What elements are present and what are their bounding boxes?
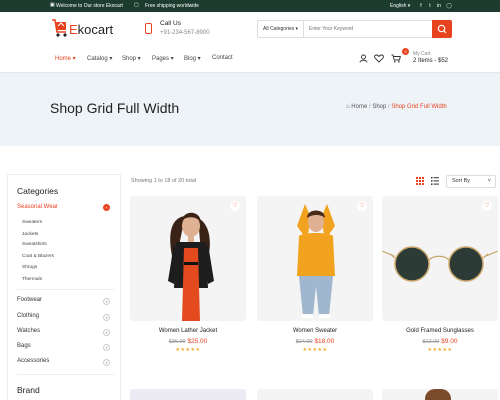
product-name[interactable]: Gold Framed Sunglasses xyxy=(382,328,498,334)
chevron-down-icon[interactable]: ˅ xyxy=(103,359,110,366)
category-watches[interactable]: Watches xyxy=(17,328,40,334)
category-bags[interactable]: Bags xyxy=(17,343,31,349)
wishlist-heart-icon[interactable]: ♡ xyxy=(482,201,492,211)
product-image[interactable] xyxy=(382,196,498,321)
gift-icon: ▣ xyxy=(50,2,55,8)
cart-logo-icon xyxy=(52,19,67,37)
old-price: $12.00 xyxy=(422,339,440,345)
divider xyxy=(17,289,114,290)
breadcrumb-separator: / xyxy=(368,104,371,110)
product-image[interactable] xyxy=(130,389,246,400)
rating-stars: ★★★★★ xyxy=(175,347,201,353)
chevron-down-icon[interactable]: ˅ xyxy=(103,329,110,336)
chevron-down-icon[interactable]: ˅ xyxy=(103,298,110,305)
subcategory-item[interactable]: Thermals xyxy=(22,277,42,282)
sale-price: $18.00 xyxy=(314,338,335,345)
rating-stars: ★★★★★ xyxy=(302,347,328,353)
chevron-up-icon[interactable]: ˄ xyxy=(103,204,110,211)
old-price: $35.00 xyxy=(168,339,186,345)
wishlist-heart-icon[interactable]: ♡ xyxy=(230,201,240,211)
breadcrumb: ⌂ Home / Shop / Shop Grid Full Width xyxy=(346,104,447,110)
nav-blog[interactable]: Blog ▾ xyxy=(184,55,201,62)
chevron-down-icon[interactable]: ˅ xyxy=(103,314,110,321)
grid-view-icon[interactable] xyxy=(416,177,424,185)
search-input[interactable] xyxy=(305,21,431,37)
phone-number[interactable]: +91-234-567-8900 xyxy=(160,30,210,36)
truck-icon: ▢ xyxy=(134,2,139,8)
nav-contact[interactable]: Contact xyxy=(212,55,233,61)
nav-catalog[interactable]: Catalog ▾ xyxy=(87,55,112,62)
woman-jacket-photo xyxy=(168,212,214,321)
call-us-label: Call Us xyxy=(160,20,181,27)
hair-shape xyxy=(425,389,451,400)
language-select[interactable]: English ▾ xyxy=(390,3,410,9)
user-icon[interactable] xyxy=(359,54,368,63)
shipping-text: Free shipping worldwide xyxy=(145,3,199,9)
product-price: $12.00 $9.00 xyxy=(382,338,498,345)
breadcrumb-shop[interactable]: Shop xyxy=(372,104,386,110)
facebook-icon[interactable]: f xyxy=(417,2,425,10)
subcategory-item[interactable]: Jackets xyxy=(22,232,38,237)
twitter-icon[interactable]: t xyxy=(426,2,434,10)
category-footwear[interactable]: Footwear xyxy=(17,297,42,303)
heart-icon[interactable] xyxy=(374,54,384,63)
sidebar: Categories Seasonal Wear ˄ Sweaters Jack… xyxy=(7,174,121,400)
sort-select[interactable]: Sort By ˅ xyxy=(446,175,496,188)
sale-price: $9.00 xyxy=(441,338,458,345)
nav-home[interactable]: Home ▾ xyxy=(55,55,76,62)
category-clothing[interactable]: Clothing xyxy=(17,313,39,319)
breadcrumb-home[interactable]: Home xyxy=(351,104,367,110)
product-image[interactable] xyxy=(382,389,498,400)
cart-count-badge: 2 xyxy=(402,48,409,55)
page-banner: Shop Grid Full Width ⌂ Home / Shop / Sho… xyxy=(0,72,500,146)
chevron-down-icon[interactable]: ˅ xyxy=(103,344,110,351)
product-image[interactable] xyxy=(257,389,373,400)
subcategory-item[interactable]: Sweaters xyxy=(22,220,42,225)
result-count: Showing 1 to 18 of 20 total xyxy=(131,178,197,184)
top-bar: ▣ Welcome to Our store Ekocart ▢ Free sh… xyxy=(0,0,500,12)
category-accessories[interactable]: Accessories xyxy=(17,358,49,364)
home-icon: ⌂ xyxy=(346,104,350,110)
product-image[interactable] xyxy=(257,196,373,321)
search-button[interactable] xyxy=(432,20,452,38)
logo-text: Ekocart xyxy=(69,22,114,37)
list-view-icon[interactable] xyxy=(431,177,439,185)
instagram-icon[interactable]: ◯ xyxy=(445,2,453,10)
product-name[interactable]: Women Sweater xyxy=(257,328,373,334)
nav-shop[interactable]: Shop ▾ xyxy=(122,55,141,62)
product-image[interactable] xyxy=(130,196,246,321)
rating-stars: ★★★★★ xyxy=(427,347,453,353)
divider xyxy=(17,374,114,375)
cart-icon[interactable] xyxy=(391,54,401,63)
product-name[interactable]: Women Lather Jacket xyxy=(130,328,246,334)
category-seasonal-wear[interactable]: Seasonal Wear xyxy=(17,204,58,210)
subcategory-item[interactable]: Shrugs xyxy=(22,265,37,270)
phone-icon xyxy=(145,23,152,34)
woman-sweater-photo xyxy=(297,204,335,318)
product-price: $35.00 $25.00 xyxy=(130,338,246,345)
sale-price: $25.00 xyxy=(187,338,208,345)
breadcrumb-current: Shop Grid Full Width xyxy=(391,104,447,110)
chevron-down-icon: ˅ xyxy=(487,178,491,184)
categories-title: Categories xyxy=(17,186,59,196)
product-price: $24.00 $18.00 xyxy=(257,338,373,345)
search-icon xyxy=(437,24,447,34)
linkedin-icon[interactable]: in xyxy=(435,2,443,10)
sunglasses-photo xyxy=(382,246,498,282)
subcategory-item[interactable]: Sweatshirts xyxy=(22,242,47,247)
nav-pages[interactable]: Pages ▾ xyxy=(152,55,174,62)
old-price: $24.00 xyxy=(295,339,313,345)
subcategory-item[interactable]: Coat & Blazers xyxy=(22,254,54,259)
breadcrumb-separator: / xyxy=(388,104,390,110)
cart-summary[interactable]: 2 Items - $52 xyxy=(413,58,448,64)
search-bar: All Categories ▾ xyxy=(257,20,452,38)
my-cart-label: My Cart xyxy=(413,51,431,57)
brand-title: Brand xyxy=(17,385,40,395)
welcome-text: Welcome to Our store Ekocart xyxy=(56,3,123,9)
category-select[interactable]: All Categories ▾ xyxy=(258,21,304,37)
wishlist-heart-icon[interactable]: ♡ xyxy=(357,201,367,211)
page-title: Shop Grid Full Width xyxy=(50,100,180,116)
